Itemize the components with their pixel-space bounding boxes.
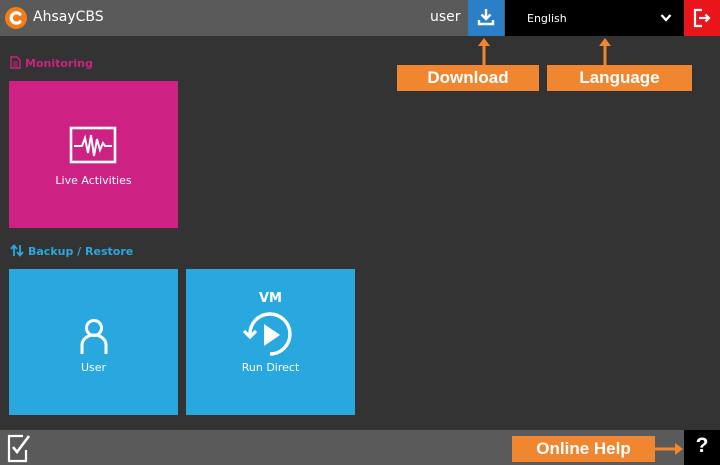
monitoring-heading-label: Monitoring (25, 57, 93, 70)
checklist-icon[interactable] (6, 433, 32, 463)
live-activities-label: Live Activities (55, 174, 132, 187)
user-icon (80, 319, 108, 354)
help-icon: ? (695, 434, 709, 457)
download-callout-arrow (478, 38, 490, 66)
language-callout: Language (547, 65, 692, 91)
backup-restore-heading-label: Backup / Restore (28, 245, 134, 258)
logout-icon (693, 8, 711, 28)
online-help-callout-arrow (655, 443, 683, 455)
run-direct-tile[interactable]: VM Run Direct (186, 269, 355, 415)
ahsay-logo-icon (5, 7, 27, 29)
user-tile[interactable]: User (9, 269, 178, 415)
download-callout: Download (397, 65, 539, 91)
play-circle-icon (242, 312, 292, 356)
top-bar: AhsayCBS user English (0, 0, 720, 36)
vm-badge: VM (259, 291, 282, 306)
up-down-arrows-icon (10, 244, 24, 257)
download-button[interactable] (468, 0, 504, 36)
chevron-down-icon (660, 14, 672, 22)
user-name[interactable]: user (430, 9, 461, 25)
document-icon (10, 56, 21, 69)
run-direct-label: Run Direct (241, 361, 300, 374)
online-help-button[interactable]: ? (684, 430, 720, 465)
activity-monitor-icon (69, 126, 117, 164)
live-activities-tile[interactable]: Live Activities (9, 81, 178, 228)
logout-button[interactable] (684, 0, 720, 36)
backup-restore-heading: Backup / Restore (10, 244, 133, 258)
user-tile-label: User (80, 361, 107, 374)
download-icon (477, 9, 495, 26)
language-callout-arrow (599, 38, 611, 66)
app-title: AhsayCBS (33, 9, 104, 25)
online-help-callout: Online Help (512, 436, 655, 462)
language-select[interactable]: English (505, 0, 684, 36)
language-selected-value: English (527, 12, 567, 25)
monitoring-heading: Monitoring (10, 56, 93, 70)
